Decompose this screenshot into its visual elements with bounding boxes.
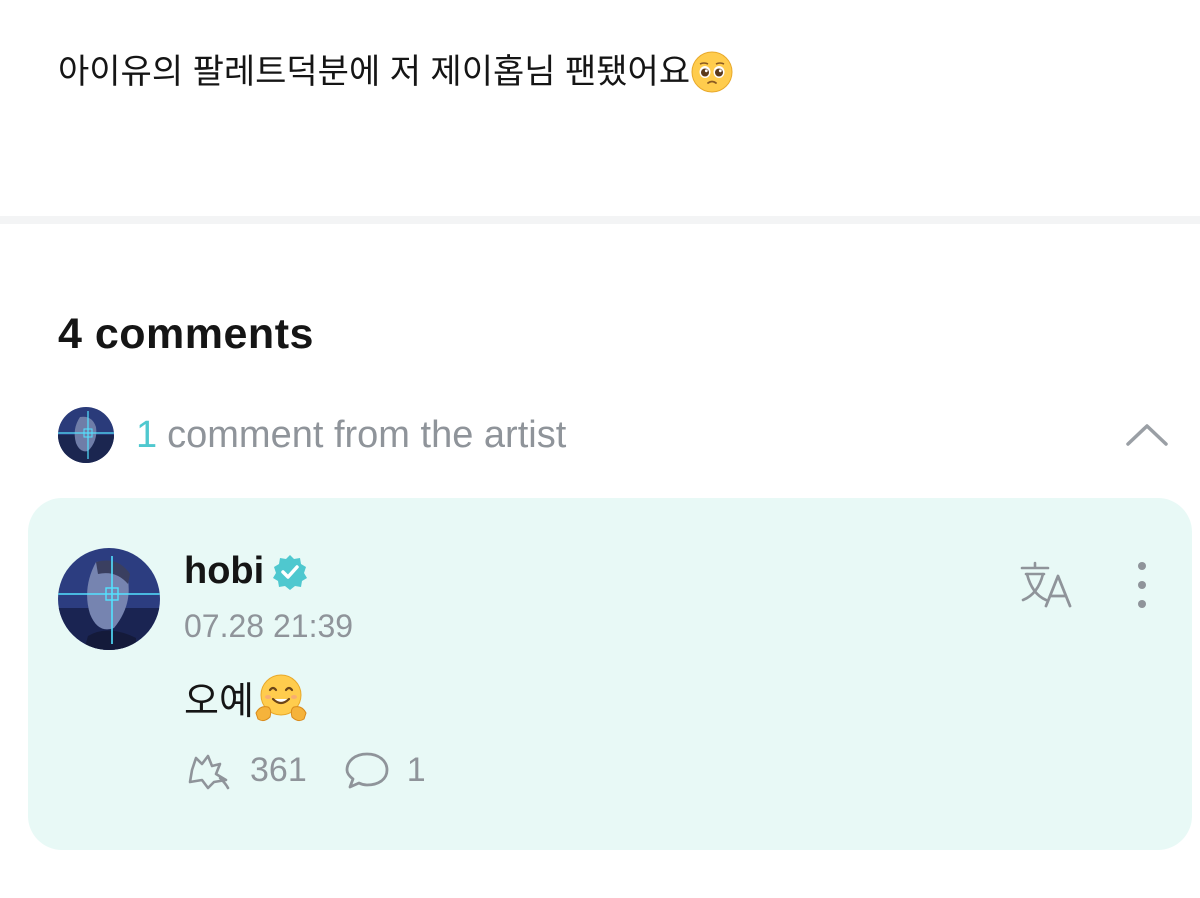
pleading-face-emoji [691,51,733,93]
author-name[interactable]: hobi [184,550,264,593]
cheer-count: 361 [250,750,307,789]
comment-timestamp: 07.28 21:39 [184,608,354,644]
translate-icon[interactable] [1018,560,1076,610]
reply-button[interactable]: 1 [345,750,426,790]
comment-text: 오예 [184,681,254,723]
artist-comment-card: hobi 07.28 21:39 오예 361 1 [28,498,1192,850]
artist-avatar-small [58,407,114,463]
artist-comment-label: comment from the artist [167,413,567,456]
hugging-face-emoji [255,674,307,721]
author-avatar[interactable] [58,548,160,650]
comment-author: hobi [184,550,310,593]
cheer-icon [188,754,230,790]
comment-bubble-icon [345,752,389,789]
comment-body: 오예 [184,670,308,725]
comment-actions: 361 1 [184,750,426,790]
section-divider [0,216,1200,224]
post-text-row: 아이유의 팔레트덕분에 저 제이홉님 팬됐어요 [58,50,734,94]
chevron-up-icon[interactable] [1124,412,1170,458]
cheer-button[interactable]: 361 [184,750,307,790]
artist-comment-count: 1 [136,413,158,456]
comments-count-title: 4 comments [58,310,314,358]
more-vertical-icon[interactable] [1128,560,1156,610]
artist-comments-summary[interactable]: 1 comment from the artist [58,406,1170,464]
reply-count: 1 [406,750,426,789]
post-body: 아이유의 팔레트덕분에 저 제이홉님 팬됐어요 [58,53,691,91]
verified-badge-icon [273,554,308,590]
